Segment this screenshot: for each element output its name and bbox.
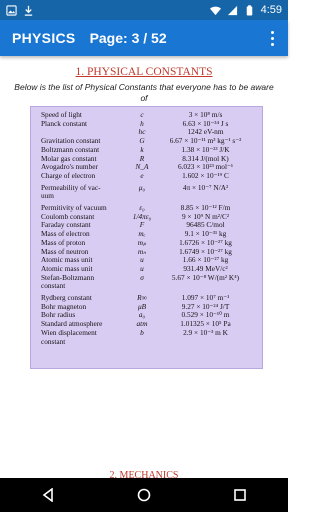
constant-value: 8.85 × 10⁻¹² F/m	[180, 203, 231, 213]
constant-name: Permitivity of vacuum	[41, 203, 107, 213]
constant-symbol: R∞	[137, 293, 147, 303]
constant-name: uum	[41, 191, 54, 201]
constant-symbol	[127, 192, 157, 201]
constant-symbol: b	[140, 327, 144, 337]
constant-name: Planck constant	[41, 118, 88, 128]
back-button[interactable]	[38, 485, 58, 505]
constant-name: constant	[41, 336, 66, 346]
constant-row: Rydberg constant R∞ 1.097 × 10⁷ m⁻¹	[41, 291, 254, 303]
constant-symbol: σ	[140, 272, 144, 282]
constant-symbol: e	[140, 170, 144, 180]
constant-symbol: μ₀	[138, 182, 146, 192]
constant-name: constant	[41, 281, 66, 291]
photo-notification-icon	[6, 4, 17, 16]
battery-icon	[246, 4, 252, 16]
overflow-menu-icon[interactable]	[262, 28, 282, 48]
constants-table-panel: Speed of light c 3 × 10⁸ m/s Planck constan…	[30, 106, 263, 369]
navigation-bar	[0, 478, 288, 512]
constant-row: Stefan-Boltzmann σ 5.67 × 10⁻⁸ W/(m² K⁴)	[41, 272, 254, 283]
constants-table: Speed of light c 3 × 10⁸ m/s Planck constan…	[41, 110, 254, 347]
section-title: 1. PHYSICAL CONSTANTS	[75, 66, 213, 78]
constant-row: Wien displacement b 2.9 × 10⁻³ m K	[41, 327, 254, 338]
constant-name: Rydberg constant	[41, 293, 92, 303]
status-bar: 4:59	[0, 0, 288, 20]
app-bar: PHYSICS Page: 3 / 52	[0, 20, 288, 56]
constant-row: Permitivity of vacuum ε₀ 8.85 × 10⁻¹² F/m	[41, 201, 254, 213]
status-time: 4:59	[260, 4, 282, 16]
home-button[interactable]	[134, 485, 154, 505]
download-notification-icon	[24, 5, 33, 16]
constant-row: constant	[41, 336, 254, 347]
recents-icon	[234, 489, 246, 501]
constant-value: 4π × 10⁻⁷ N/A²	[182, 182, 229, 192]
document-viewer[interactable]: 1. PHYSICAL CONSTANTS Below is the list …	[0, 56, 288, 512]
constant-row: constant	[41, 282, 254, 291]
constant-symbol	[127, 338, 157, 347]
back-icon	[42, 488, 53, 502]
signal-icon	[227, 5, 237, 15]
home-icon	[137, 488, 151, 502]
constant-value	[157, 282, 254, 291]
constant-value	[157, 192, 254, 201]
recents-button[interactable]	[230, 485, 250, 505]
constant-value: 1.097 × 10⁷ m⁻¹	[181, 293, 230, 303]
constant-value	[157, 338, 254, 347]
section-intro: Below is the list of Physical Constants …	[14, 82, 274, 104]
constant-name: Charge of electron	[41, 170, 96, 180]
constant-row: Charge of electron e 1.602 × 10⁻¹⁹ C	[41, 170, 254, 181]
constant-row: uum	[41, 192, 254, 201]
constant-value: 1.602 × 10⁻¹⁹ C	[182, 170, 229, 180]
constant-value: 5.67 × 10⁻⁸ W/(m² K⁴)	[171, 272, 240, 282]
page-indicator: Page: 3 / 52	[89, 30, 167, 46]
constant-symbol: ε₀	[139, 203, 145, 213]
constant-value: 2.9 × 10⁻³ m K	[183, 327, 228, 337]
constant-symbol	[127, 282, 157, 291]
app-title: PHYSICS	[12, 30, 76, 46]
wifi-icon	[209, 6, 221, 15]
constant-row: Permeability of vac-μ₀ 4π × 10⁻⁷ N/A²	[41, 181, 254, 193]
